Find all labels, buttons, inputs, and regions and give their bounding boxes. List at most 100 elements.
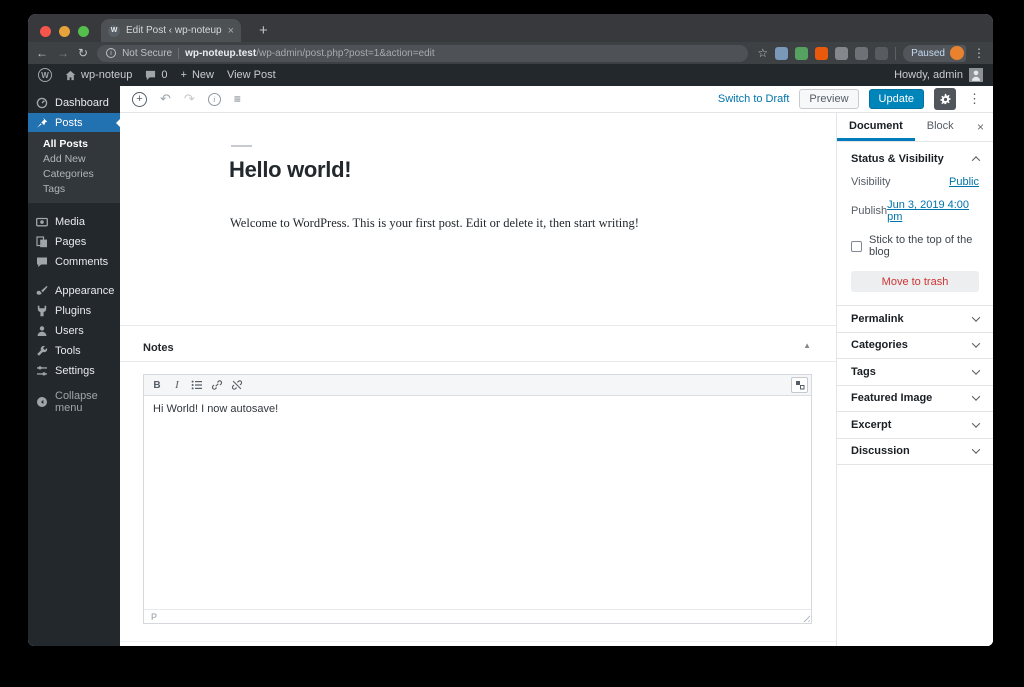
block-navigation-icon[interactable]: ≡ <box>234 92 241 106</box>
chevron-up-icon[interactable] <box>971 156 981 165</box>
extension-icon-3[interactable] <box>815 46 829 60</box>
post-paragraph[interactable]: Welcome to WordPress. This is your first… <box>230 216 639 231</box>
notes-text-area[interactable]: Hi World! I now autosave! <box>144 396 811 609</box>
new-content-menu[interactable]: + New <box>181 69 214 81</box>
zoom-window-button[interactable] <box>78 26 89 37</box>
sidebar-label: Appearance <box>55 285 115 297</box>
tab-document[interactable]: Document <box>837 113 915 141</box>
bullet-list-icon[interactable] <box>188 377 206 394</box>
collapse-menu-button[interactable]: Collapse menu <box>28 390 120 414</box>
tab-close-icon[interactable]: × <box>228 25 234 37</box>
forward-icon[interactable]: → <box>57 47 69 59</box>
browser-menu-icon[interactable]: ⋮ <box>973 46 985 60</box>
sidebar-item-posts[interactable]: Posts <box>28 113 120 132</box>
toolbar-toggle-icon[interactable] <box>791 377 808 393</box>
sidebar-item-appearance[interactable]: Appearance <box>28 281 120 301</box>
account-menu[interactable]: Howdy, admin <box>894 68 983 82</box>
sidebar-item-comments[interactable]: Comments <box>28 252 120 272</box>
visibility-label: Visibility <box>851 176 891 188</box>
resize-grip[interactable] <box>801 613 810 622</box>
browser-toolbar: ← → ↻ i Not Secure wp-noteup.test/wp-adm… <box>28 42 993 64</box>
sidebar-item-tools[interactable]: Tools <box>28 341 120 361</box>
sidebar-item-pages[interactable]: Pages <box>28 232 120 252</box>
sliders-icon <box>36 365 48 377</box>
extension-icon-5[interactable] <box>855 46 869 60</box>
new-tab-button[interactable]: + <box>255 19 272 42</box>
tab-block[interactable]: Block <box>915 113 966 141</box>
panel-tags[interactable]: Tags <box>837 359 993 386</box>
block-inserter-icon[interactable]: + <box>132 91 147 107</box>
sidebar-item-settings[interactable]: Settings <box>28 361 120 381</box>
switch-to-draft-link[interactable]: Switch to Draft <box>718 93 790 105</box>
sidebar-item-tags[interactable]: Tags <box>28 181 120 196</box>
publish-date-link[interactable]: Jun 3, 2019 4:00 pm <box>887 199 979 223</box>
profile-avatar <box>950 46 964 60</box>
browser-tab[interactable]: W Edit Post ‹ wp-noteup — Word × <box>101 19 241 42</box>
toolbar-divider <box>895 46 897 60</box>
remove-link-icon[interactable] <box>228 377 246 394</box>
wp-logo-menu[interactable]: W <box>38 68 52 82</box>
sidebar-item-categories[interactable]: Categories <box>28 166 120 181</box>
panel-title: Permalink <box>851 312 904 325</box>
extension-icon-6[interactable] <box>875 46 889 60</box>
address-bar[interactable]: i Not Secure wp-noteup.test/wp-admin/pos… <box>97 44 749 62</box>
browser-actions: ☆ Paused ⋮ <box>757 44 985 62</box>
comments-icon <box>36 256 48 268</box>
minimize-window-button[interactable] <box>59 26 70 37</box>
url-path: /wp-admin/post.php?post=1&action=edit <box>256 47 435 59</box>
panel-title: Categories <box>851 339 908 352</box>
comments-menu[interactable]: 0 <box>145 69 168 81</box>
extension-icon-1[interactable] <box>775 46 789 60</box>
site-name-menu[interactable]: wp-noteup <box>65 69 132 81</box>
sidebar-item-media[interactable]: Media <box>28 212 120 232</box>
extension-icon-2[interactable] <box>795 46 809 60</box>
undo-icon[interactable]: ↶ <box>160 91 171 107</box>
visibility-value-link[interactable]: Public <box>949 176 979 188</box>
sidebar-item-dashboard[interactable]: Dashboard <box>28 93 120 113</box>
view-post-link[interactable]: View Post <box>227 69 276 81</box>
publish-label: Publish <box>851 205 888 217</box>
title-rule <box>231 145 252 147</box>
update-button[interactable]: Update <box>868 89 924 109</box>
bold-button[interactable]: B <box>148 377 166 394</box>
panel-categories[interactable]: Categories <box>837 333 993 359</box>
pin-icon <box>36 117 48 129</box>
move-to-trash-button[interactable]: Move to trash <box>851 271 979 292</box>
sidebar-item-users[interactable]: Users <box>28 321 120 341</box>
more-tools-icon[interactable]: ⋮ <box>966 91 983 107</box>
reload-icon[interactable]: ↻ <box>78 47 88 59</box>
panel-featured-image[interactable]: Featured Image <box>837 386 993 412</box>
sidebar-item-all-posts[interactable]: All Posts <box>28 136 120 151</box>
tab-title: Edit Post ‹ wp-noteup — Word <box>126 25 222 36</box>
sidebar-label: Settings <box>55 365 95 377</box>
document-sidebar: Document Block × Status & Visibility Vis… <box>836 113 993 646</box>
site-info-icon[interactable]: i <box>106 48 117 58</box>
close-window-button[interactable] <box>40 26 51 37</box>
wordpress-logo-icon: W <box>38 68 52 82</box>
sidebar-item-add-new[interactable]: Add New <box>28 151 120 166</box>
preview-button[interactable]: Preview <box>799 89 859 109</box>
panel-permalink[interactable]: Permalink <box>837 306 993 333</box>
howdy-label: Howdy, admin <box>894 69 963 81</box>
sticky-checkbox[interactable] <box>851 240 862 252</box>
settings-gear-button[interactable] <box>934 88 956 110</box>
redo-icon[interactable]: ↷ <box>184 91 195 107</box>
brush-icon <box>36 285 48 297</box>
content-structure-icon[interactable]: i <box>207 92 221 106</box>
extension-icon-4[interactable] <box>835 46 849 60</box>
profile-paused-chip[interactable]: Paused <box>903 44 966 62</box>
italic-button[interactable]: I <box>168 377 186 394</box>
browser-window: W Edit Post ‹ wp-noteup — Word × + ← → ↻… <box>28 14 993 646</box>
bottom-divider <box>120 641 836 642</box>
back-icon[interactable]: ← <box>36 47 48 59</box>
wordpress-favicon-icon: W <box>108 24 120 37</box>
notes-collapse-icon[interactable]: ▲ <box>803 341 811 350</box>
insert-link-icon[interactable] <box>208 377 226 394</box>
close-sidebar-icon[interactable]: × <box>977 120 984 134</box>
post-title[interactable]: Hello world! <box>229 157 352 183</box>
dashboard-icon <box>36 97 48 109</box>
panel-excerpt[interactable]: Excerpt <box>837 412 993 439</box>
sidebar-item-plugins[interactable]: Plugins <box>28 301 120 321</box>
bookmark-star-icon[interactable]: ☆ <box>757 46 768 60</box>
panel-discussion[interactable]: Discussion <box>837 439 993 465</box>
